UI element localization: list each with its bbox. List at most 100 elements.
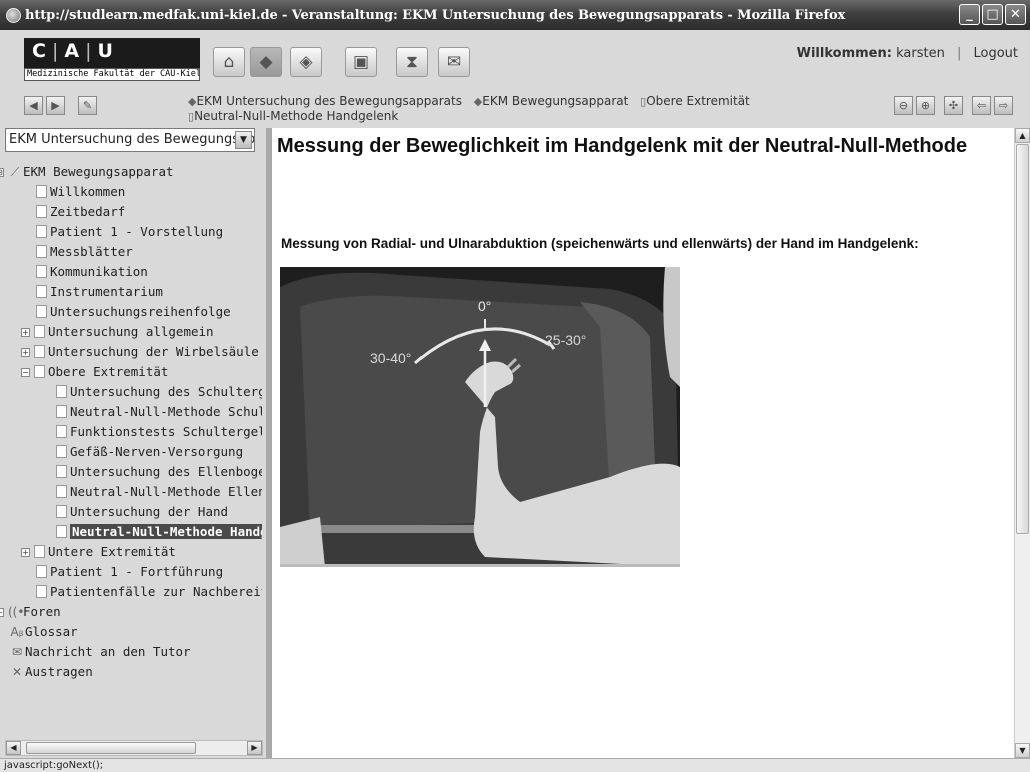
community-button[interactable]: ▣ bbox=[345, 47, 377, 77]
chevron-down-icon[interactable]: ▼ bbox=[235, 131, 252, 149]
tree-item-label: Foren bbox=[23, 604, 61, 619]
tree-item[interactable]: + Untersuchung der Wirbelsäule bbox=[21, 342, 259, 361]
tree-item[interactable]: + Untere Extremität bbox=[21, 542, 176, 561]
page-icon bbox=[36, 225, 47, 238]
back-button[interactable]: ◀ bbox=[24, 96, 43, 115]
course-button[interactable]: ◆ bbox=[250, 47, 282, 77]
tree-item[interactable]: Gefäß-Nerven-Versorgung bbox=[56, 442, 243, 461]
tree-item[interactable]: Untersuchungsreihenfolge bbox=[36, 302, 231, 321]
tree-item-label: Gefäß-Nerven-Versorgung bbox=[70, 444, 244, 459]
zoom-out-button[interactable]: ⊖ bbox=[894, 96, 913, 115]
tree-item-label: Kommunikation bbox=[50, 264, 148, 279]
tree-item[interactable]: Untersuchung des Ellenbogens bbox=[56, 462, 262, 481]
tree-expander-icon[interactable]: + bbox=[21, 328, 30, 337]
tree-item[interactable]: Instrumentarium bbox=[36, 282, 163, 301]
edit-button[interactable]: ✎ bbox=[78, 96, 97, 115]
tree-item[interactable]: Untersuchung der Hand bbox=[56, 502, 228, 521]
page-icon bbox=[36, 305, 47, 318]
tree-item[interactable]: Untersuchung des Schultergelenks bbox=[56, 382, 262, 401]
breadcrumb-item[interactable]: ▯Obere Extremität bbox=[640, 94, 750, 108]
tree-item-label: Funktionstests Schultergelenk bbox=[70, 424, 262, 439]
tree-item[interactable]: + ((•Foren bbox=[0, 602, 61, 621]
tree-item[interactable]: ⊟ ⟋EKM Bewegungsapparat bbox=[0, 162, 174, 181]
breadcrumb-item[interactable]: ◆EKM Bewegungsapparat bbox=[474, 94, 629, 108]
logout-link[interactable]: Logout bbox=[973, 46, 1018, 61]
tree-item[interactable]: AᵦGlossar bbox=[10, 622, 78, 641]
next-page-button[interactable]: ⇨ bbox=[994, 96, 1013, 115]
wrist-measurement-photo: 0° 30-40° 25-30° bbox=[280, 267, 680, 567]
scroll-up-arrow-icon[interactable]: ▲ bbox=[1015, 128, 1030, 143]
tree-item[interactable]: Zeitbedarf bbox=[36, 202, 125, 221]
tree-item[interactable]: Neutral-Null-Methode Ellenbogen bbox=[56, 482, 262, 501]
tree-item[interactable]: − Obere Extremität bbox=[21, 362, 168, 381]
scrollbar-thumb[interactable] bbox=[26, 742, 196, 754]
home-icon: ⌂ bbox=[223, 52, 235, 72]
tree-item-label: Untersuchung der Hand bbox=[70, 504, 229, 519]
maximize-button[interactable]: □ bbox=[982, 4, 1003, 25]
breadcrumb: ◆EKM Untersuchung des Bewegungsapparats … bbox=[188, 94, 758, 124]
page-icon bbox=[34, 325, 45, 338]
tree-item[interactable]: Patientenfälle zur Nachbereitung bbox=[36, 582, 262, 601]
close-icon: ✕ bbox=[11, 665, 23, 679]
tree-item[interactable]: Kommunikation bbox=[36, 262, 148, 281]
page-icon bbox=[36, 565, 47, 578]
page-icon bbox=[36, 285, 47, 298]
tree-expander-icon[interactable]: + bbox=[21, 348, 30, 357]
pencil-icon: ✎ bbox=[82, 99, 93, 112]
messages-button[interactable]: ✉ bbox=[438, 47, 470, 77]
tree-expander-icon[interactable]: + bbox=[0, 608, 4, 617]
logo-letter-u: U bbox=[97, 40, 119, 62]
username: karsten bbox=[896, 46, 945, 61]
tree-item-label: Willkommen bbox=[50, 184, 126, 199]
tree-item[interactable]: Patient 1 - Fortführung bbox=[36, 562, 223, 581]
tree-item-label: Untersuchung des Ellenbogens bbox=[70, 464, 262, 479]
fullscreen-button[interactable]: ✣ bbox=[944, 96, 963, 115]
envelope-icon: ✉ bbox=[446, 52, 462, 72]
prev-page-button[interactable]: ⇦ bbox=[972, 96, 991, 115]
tree-item-label: Zeitbedarf bbox=[50, 204, 126, 219]
page-icon bbox=[56, 465, 67, 478]
breadcrumb-item[interactable]: ▯Neutral-Null-Methode Handgelenk bbox=[188, 109, 398, 123]
forward-button[interactable]: ▶ bbox=[46, 96, 65, 115]
section-heading: Messung von Radial- und Ulnarabduktion (… bbox=[281, 236, 919, 251]
content-area: Messung der Beweglichkeit im Handgelenk … bbox=[272, 128, 1014, 758]
angle-label-left: 30-40° bbox=[370, 350, 411, 366]
tree-item[interactable]: Willkommen bbox=[36, 182, 125, 201]
tree-item[interactable]: Funktionstests Schultergelenk bbox=[56, 422, 262, 441]
tools-button[interactable]: ⧗ bbox=[396, 47, 428, 77]
tree-item-label: Austragen bbox=[25, 664, 93, 679]
close-button[interactable]: ✕ bbox=[1005, 4, 1026, 25]
page-icon bbox=[56, 485, 67, 498]
scroll-right-arrow-icon[interactable]: ▶ bbox=[247, 741, 262, 755]
tree-item[interactable]: Neutral-Null-Methode Handgelenk bbox=[56, 522, 262, 541]
tree-item[interactable]: + Untersuchung allgemein bbox=[21, 322, 214, 341]
logo-separator: | bbox=[85, 40, 98, 62]
logo-letter-c: C bbox=[32, 40, 52, 62]
course-tree: ⊟ ⟋EKM Bewegungsapparat Willkommen Zeitbeda… bbox=[0, 162, 262, 738]
vertical-scrollbar[interactable]: ▲ ▼ bbox=[1014, 128, 1030, 758]
zoom-in-button[interactable]: ⊕ bbox=[916, 96, 935, 115]
course-icon: ◆ bbox=[473, 95, 483, 108]
window-controls: _ □ ✕ bbox=[959, 4, 1026, 25]
tree-expander-icon[interactable]: + bbox=[21, 548, 30, 557]
tree-item[interactable]: ✉ Nachricht an den Tutor bbox=[10, 642, 191, 661]
tree-item[interactable]: Messblätter bbox=[36, 242, 133, 261]
breadcrumb-item[interactable]: ◆EKM Untersuchung des Bewegungsapparats bbox=[188, 94, 462, 108]
tree-item-label: Glossar bbox=[25, 624, 78, 639]
home-button[interactable]: ⌂ bbox=[213, 47, 245, 77]
tree-item[interactable]: Patient 1 - Vorstellung bbox=[36, 222, 223, 241]
horizontal-scrollbar[interactable]: ◀ ▶ bbox=[5, 740, 263, 756]
courses-list-button[interactable]: ◈ bbox=[290, 47, 322, 77]
scroll-left-arrow-icon[interactable]: ◀ bbox=[6, 741, 21, 755]
tree-expander-icon[interactable]: ⊟ bbox=[0, 168, 4, 177]
tree-item[interactable]: Neutral-Null-Methode Schultergelenk bbox=[56, 402, 262, 421]
page-icon bbox=[36, 585, 47, 598]
tree-item[interactable]: ✕ Austragen bbox=[10, 662, 93, 681]
tree-item-label: EKM Bewegungsapparat bbox=[23, 164, 174, 179]
scrollbar-thumb[interactable] bbox=[1016, 144, 1029, 534]
scroll-down-arrow-icon[interactable]: ▼ bbox=[1015, 743, 1030, 758]
minimize-button[interactable]: _ bbox=[959, 4, 980, 25]
page-icon bbox=[36, 205, 47, 218]
tree-expander-icon[interactable]: − bbox=[21, 368, 30, 377]
course-select[interactable]: EKM Untersuchung des Bewegungsapparats ▼ bbox=[5, 128, 255, 152]
